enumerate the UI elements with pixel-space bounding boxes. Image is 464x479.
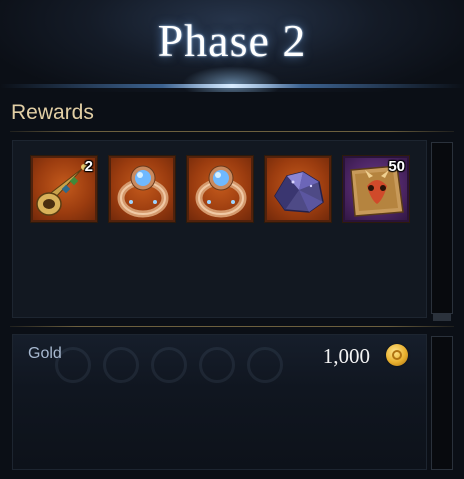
header-glow: [182, 66, 282, 92]
rewards-scrollbar-thumb[interactable]: [433, 313, 451, 321]
header-divider: [0, 84, 464, 88]
gold-coin-icon: [386, 344, 408, 366]
gold-label: Gold: [28, 345, 62, 362]
reward-slot-ring[interactable]: [186, 155, 254, 223]
watermark-icon: [247, 347, 283, 383]
reward-quantity: 50: [388, 158, 405, 175]
sapphire-ring-icon: [195, 165, 247, 218]
rewards-divider: [10, 131, 454, 132]
gold-divider: [10, 326, 454, 327]
rewards-label: Rewards: [11, 101, 94, 124]
reward-quantity: 2: [84, 158, 93, 175]
gold-scrollbar[interactable]: [431, 336, 453, 470]
reward-slot-card-pack[interactable]: 50: [342, 155, 410, 223]
reward-slot-crystal[interactable]: [264, 155, 332, 223]
reward-slot-ring[interactable]: [108, 155, 176, 223]
watermark-icon: [103, 347, 139, 383]
watermark-icon: [199, 347, 235, 383]
phase-title: Phase 2: [157, 15, 307, 66]
reward-slot-horn[interactable]: 2: [30, 155, 98, 223]
gold-amount: 1,000: [322, 344, 370, 368]
sapphire-ring-icon: [117, 165, 169, 218]
rewards-scrollbar[interactable]: [431, 142, 453, 314]
crystal-ore-icon: [274, 171, 324, 213]
watermark-icon: [151, 347, 187, 383]
